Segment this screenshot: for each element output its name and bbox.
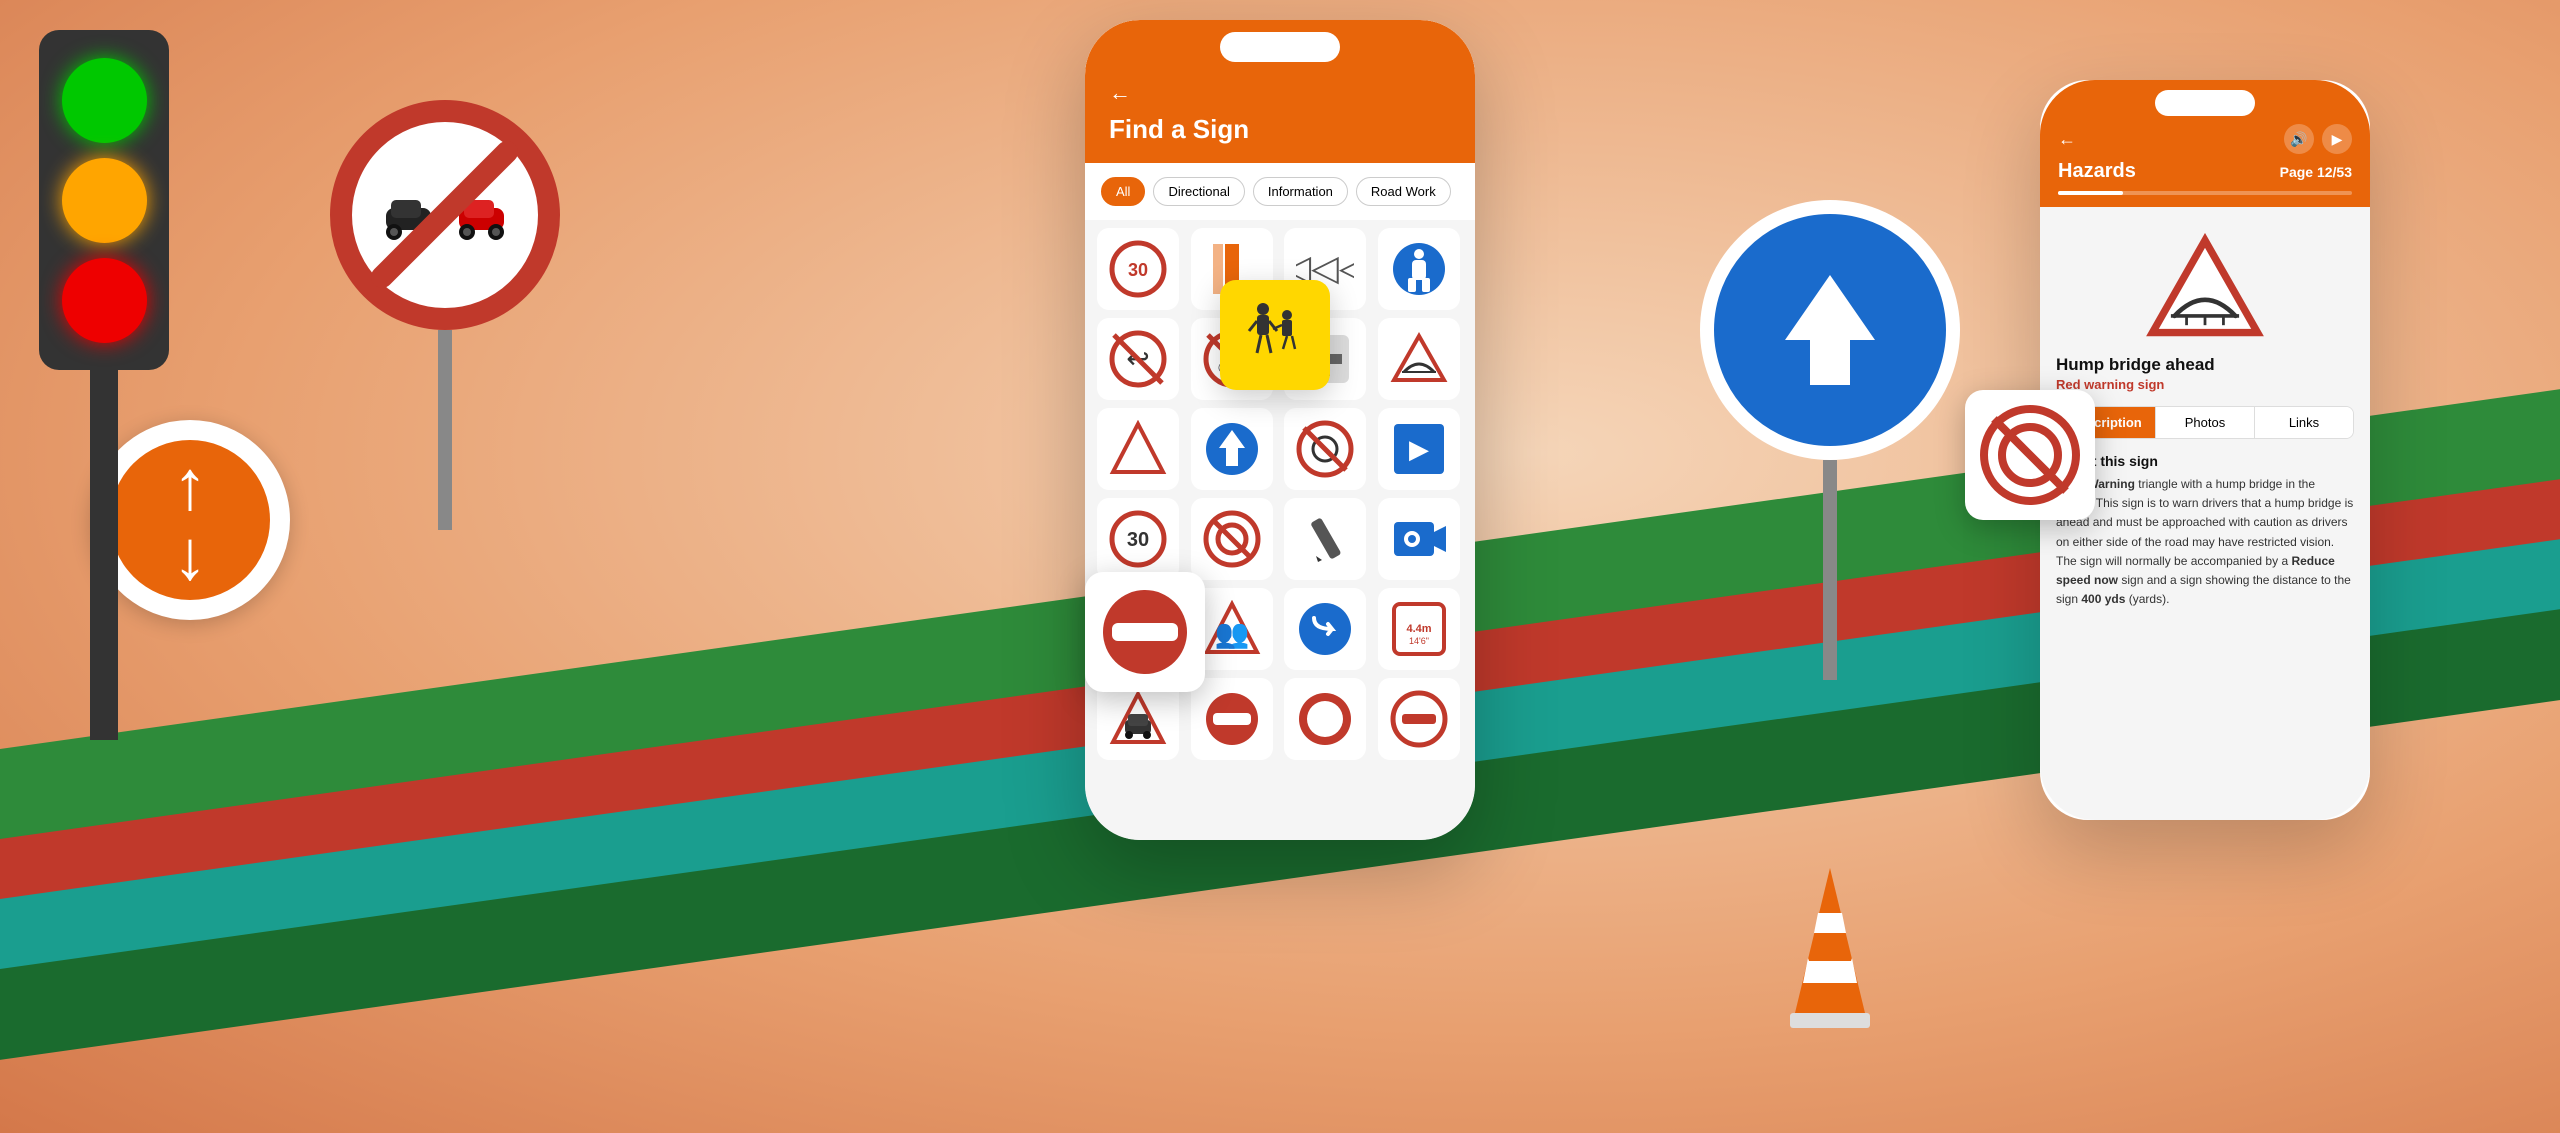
sign-cell-turn-arrow[interactable] (1284, 588, 1366, 670)
sign-cell-hump-bridge-grid[interactable] (1378, 318, 1460, 400)
two-way-circle: ↑ ↓ (90, 420, 290, 620)
tab-all[interactable]: All (1101, 177, 1145, 206)
sign-cell-blue-rect[interactable]: ▶ (1378, 408, 1460, 490)
no-entry-line (352, 122, 538, 308)
sign-cell-extra[interactable] (1378, 678, 1460, 760)
sign-cell-red-circle[interactable] (1284, 678, 1366, 760)
phone-notch-secondary (2155, 90, 2255, 116)
secondary-header-row: Hazards Page 12/53 (2058, 160, 2352, 183)
cone-svg (1780, 858, 1880, 1028)
tab-information[interactable]: Information (1253, 177, 1348, 206)
phone-notch-main (1220, 32, 1340, 62)
hump-bridge-sign-image (2145, 233, 2265, 339)
blue-arrow-sign (1700, 200, 1960, 680)
svg-text:30: 30 (1127, 529, 1149, 551)
two-way-arrows: ↑ ↓ (173, 450, 208, 590)
tab-photos[interactable]: Photos (2156, 407, 2255, 438)
sign-name-main: Hump bridge ahead (2056, 355, 2354, 375)
svg-text:4.4m: 4.4m (1406, 623, 1431, 635)
no-stopping-sign (1980, 405, 2080, 505)
two-way-inner: ↑ ↓ (110, 440, 270, 600)
sign-cell-height[interactable]: 4.4m 14'6" (1378, 588, 1460, 670)
tab-directional[interactable]: Directional (1153, 177, 1244, 206)
blue-arrow-circle (1700, 200, 1960, 460)
sign-cell-speed30[interactable]: 30 (1097, 228, 1179, 310)
no-overtaking-pole (438, 330, 452, 530)
sign-cell-warning-triangle[interactable] (1097, 408, 1179, 490)
traffic-cone (1780, 858, 1880, 1033)
tab-road-work[interactable]: Road Work (1356, 177, 1451, 206)
floating-children-sign[interactable] (1220, 280, 1330, 390)
play-button[interactable]: ▶ (2322, 124, 2352, 154)
sign-cell-30zone[interactable]: 30 (1097, 498, 1179, 580)
detail-tabs: Description Photos Links (2056, 406, 2354, 439)
traffic-light-yellow (62, 158, 147, 243)
sign-cell-pedestrian-blue[interactable] (1378, 228, 1460, 310)
progress-bar-fill (2058, 191, 2123, 195)
sign-cell-no-left[interactable]: ↩ (1097, 318, 1179, 400)
about-title: About this sign (2056, 453, 2354, 469)
traffic-light-red (62, 258, 147, 343)
traffic-light-green (62, 58, 147, 143)
page-indicator: Page 12/53 (2280, 164, 2352, 180)
phone-screen-main: ← Find a Sign All Directional Informatio… (1085, 20, 1475, 840)
no-overtaking-circle (330, 100, 560, 330)
svg-text:14'6": 14'6" (1409, 636, 1429, 646)
phone-main: ← Find a Sign All Directional Informatio… (1085, 20, 1475, 840)
back-button-secondary[interactable]: ← (2058, 129, 2076, 150)
filter-tabs: All Directional Information Road Work (1085, 163, 1475, 220)
sign-cell-ahead-only[interactable] (1191, 408, 1273, 490)
sign-cell-no-stopping-grid[interactable] (1191, 498, 1273, 580)
sign-cell-no-motor[interactable] (1284, 408, 1366, 490)
progress-bar (2058, 191, 2352, 195)
blue-arrow-pole (1823, 460, 1837, 680)
header-icons: 🔊 ▶ (2284, 124, 2352, 154)
blue-arrow-icon (1765, 265, 1895, 395)
two-way-sign: ↑ ↓ (90, 420, 290, 620)
traffic-light-decoration (90, 30, 118, 740)
sign-name-sub: Red warning sign (2056, 377, 2354, 392)
sound-button[interactable]: 🔊 (2284, 124, 2314, 154)
no-overtaking-sign (330, 100, 560, 530)
about-text: A red Warning triangle with a hump bridg… (2056, 475, 2354, 609)
floating-no-stopping[interactable] (1965, 390, 2095, 520)
sign-cell-speed-camera[interactable] (1378, 498, 1460, 580)
svg-text:30: 30 (1128, 260, 1148, 280)
sign-cell-pencil[interactable] (1284, 498, 1366, 580)
traffic-light-pole (90, 360, 118, 740)
sign-detail-image (2056, 233, 2354, 339)
floating-no-entry[interactable] (1085, 572, 1205, 692)
back-button-main[interactable]: ← (1109, 80, 1451, 106)
no-entry-sign-svg (1100, 587, 1190, 677)
children-sign-svg (1235, 295, 1315, 375)
svg-text:▶: ▶ (1409, 434, 1429, 464)
tab-links[interactable]: Links (2255, 407, 2353, 438)
svg-text:👥: 👥 (1214, 618, 1249, 650)
section-title: Hazards (2058, 160, 2136, 183)
page-title-main: Find a Sign (1109, 114, 1451, 145)
